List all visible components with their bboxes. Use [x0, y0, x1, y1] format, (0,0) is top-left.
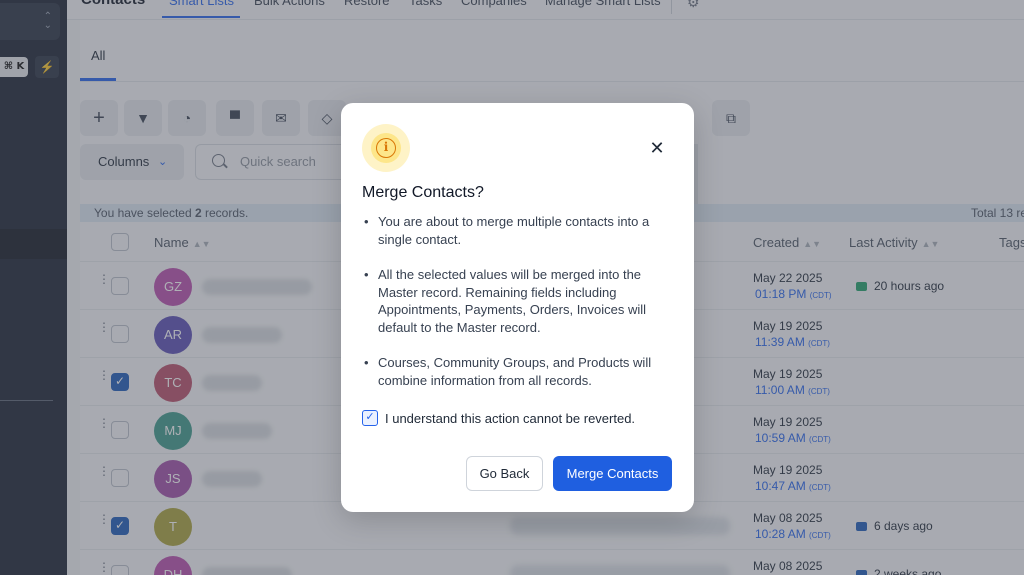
close-icon[interactable]: ✕: [645, 137, 669, 161]
confirm-label[interactable]: I understand this action cannot be rever…: [385, 411, 635, 426]
bullet-item: All the selected values will be merged i…: [362, 266, 662, 336]
merge-contacts-button[interactable]: Merge Contacts: [553, 456, 672, 491]
warning-badge: i: [362, 124, 410, 172]
dialog-bullets: You are about to merge multiple contacts…: [362, 213, 662, 407]
check-icon: ✓: [365, 411, 375, 423]
confirm-checkbox[interactable]: ✓: [362, 410, 378, 426]
merge-contacts-dialog: i ✕ Merge Contacts? You are about to mer…: [341, 103, 694, 512]
info-icon: i: [376, 138, 396, 158]
bullet-item: You are about to merge multiple contacts…: [362, 213, 662, 248]
warning-badge-inner: i: [371, 133, 401, 163]
go-back-button[interactable]: Go Back: [466, 456, 543, 491]
bullet-item: Courses, Community Groups, and Products …: [362, 354, 662, 389]
dialog-title: Merge Contacts?: [362, 184, 484, 201]
